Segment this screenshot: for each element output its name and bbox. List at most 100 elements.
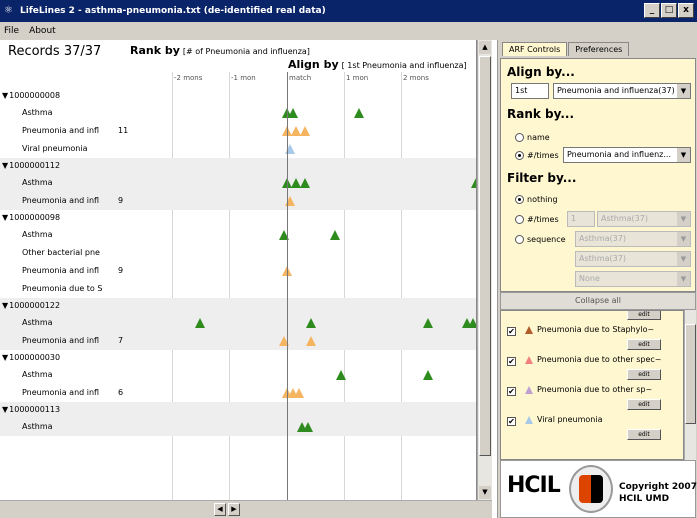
rank-by-title: Rank by... [507,107,575,121]
event-marker[interactable] [288,108,298,118]
radio-icon [515,235,524,244]
filter-times-event-value: Asthma(37) [601,214,648,223]
rank-by-value: [# of Pneumonia and influenza] [182,47,310,56]
event-label: Pneumonia and infl [22,196,100,205]
legend-checkbox[interactable]: ✔ [507,327,516,336]
legend-label: Pneumonia due to Staphylo~ [537,325,655,334]
scroll-right-icon[interactable]: ▶ [228,503,240,516]
legend-label: Pneumonia due to other spec~ [537,355,662,364]
event-marker[interactable] [423,318,433,328]
filter-seq-select-1[interactable]: Asthma(37) ▼ [575,231,691,247]
filter-seq-select-2[interactable]: Asthma(37) ▼ [575,251,691,267]
record-id[interactable]: ▼ 1000000113 [0,402,476,418]
event-count: 9 [118,266,124,275]
filter-by-title: Filter by... [507,171,577,185]
legend-scrollbar[interactable] [684,310,696,460]
filter-times-spinner[interactable]: 1 [567,211,595,227]
event-marker[interactable] [336,370,346,380]
expand-triangle-icon[interactable]: ▼ [2,210,8,226]
filter-option-times[interactable]: #/times [515,215,559,224]
event-label: Pneumonia and infl [22,126,100,135]
event-marker[interactable] [294,388,304,398]
align-event-select[interactable]: Pneumonia and influenza(37) ▼ [553,83,691,99]
record-group: ▼ 1000000098 Asthma Other bacterial pne Pneu… [0,210,476,298]
radio-selected-icon [515,151,524,160]
event-marker[interactable] [306,336,316,346]
event-marker[interactable] [300,178,310,188]
expand-triangle-icon[interactable]: ▼ [2,350,8,366]
record-id-label: 1000000098 [9,213,61,222]
filter-option-sequence[interactable]: sequence [515,235,566,244]
menu-file[interactable]: File [4,26,19,36]
event-row: Pneumonia and infl 11 [0,122,476,140]
event-marker[interactable] [303,422,313,432]
record-id[interactable]: ▼ 1000000112 [0,158,476,174]
event-marker[interactable] [354,108,364,118]
legend-checkbox[interactable]: ✔ [507,387,516,396]
scroll-up-icon[interactable]: ▲ [479,41,491,54]
event-row: Pneumonia and infl 6 [0,384,476,402]
minimize-button[interactable]: _ [644,3,660,18]
align-event-value: Pneumonia and influenza(37) [557,86,675,95]
scroll-thumb[interactable] [479,56,491,456]
legend-label: Pneumonia due to other sp~ [537,385,653,394]
filter-times-event-select[interactable]: Asthma(37) ▼ [597,211,691,227]
legend-triangle-icon [525,416,533,424]
rank-option-times[interactable]: #/times [515,151,559,160]
legend-edit-button[interactable]: edit [627,399,661,410]
maximize-button[interactable]: □ [661,3,677,18]
legend-edit-button[interactable]: edit [627,429,661,440]
event-marker[interactable] [330,230,340,240]
event-marker[interactable] [306,318,316,328]
legend-edit-button[interactable]: edit [627,339,661,350]
expand-triangle-icon[interactable]: ▼ [2,298,8,314]
legend-checkbox[interactable]: ✔ [507,357,516,366]
record-id[interactable]: ▼ 1000000008 [0,88,476,104]
rank-by-indicator: Rank by [# of Pneumonia and influenza] [130,44,310,57]
vertical-scrollbar[interactable]: ▲ ▼ [477,40,492,500]
tab-preferences[interactable]: Preferences [568,42,630,56]
event-label: Asthma [22,422,53,431]
scroll-down-icon[interactable]: ▼ [479,486,491,499]
filter-seq-select-3[interactable]: None ▼ [575,271,691,287]
legend-triangle-icon [525,356,533,364]
event-marker[interactable] [468,318,476,328]
expand-triangle-icon[interactable]: ▼ [2,88,8,104]
chevron-down-icon: ▼ [677,84,690,98]
filter-option-nothing[interactable]: nothing [515,195,558,204]
event-label: Pneumonia due to S [22,284,103,293]
event-label: Asthma [22,230,53,239]
scroll-thumb[interactable] [685,324,696,424]
app-icon: ⚛ [4,5,13,16]
menu-about[interactable]: About [29,26,56,36]
legend-edit-button[interactable]: edit [627,311,661,320]
expand-triangle-icon[interactable]: ▼ [2,402,8,418]
legend-checkbox[interactable]: ✔ [507,417,516,426]
records-count: Records 37/37 [8,44,102,59]
radio-icon [515,215,524,224]
event-row: Asthma [0,174,476,192]
legend-edit-button[interactable]: edit [627,369,661,380]
event-label: Pneumonia and infl [22,266,100,275]
record-group: ▼ 1000000008 Asthma Pneumonia and infl 11 Vir… [0,88,476,158]
rank-option-name[interactable]: name [515,133,550,142]
rank-event-select[interactable]: Pneumonia and influenz... ▼ [563,147,691,163]
close-button[interactable]: x [678,3,694,18]
event-row: Pneumonia due to S [0,280,476,298]
align-ordinal-spinner[interactable]: 1st [511,83,549,99]
expand-triangle-icon[interactable]: ▼ [2,158,8,174]
tab-arf-controls[interactable]: ARF Controls [502,42,568,56]
event-marker[interactable] [195,318,205,328]
record-id[interactable]: ▼ 1000000030 [0,350,476,366]
scroll-left-icon[interactable]: ◀ [214,503,226,516]
record-id[interactable]: ▼ 1000000098 [0,210,476,226]
arf-controls: Align by... 1st Pneumonia and influenza(… [500,58,696,292]
event-marker[interactable] [423,370,433,380]
event-marker[interactable] [300,126,310,136]
event-label: Asthma [22,108,53,117]
legend-item: ✔ Pneumonia due to other spec~ edit [501,353,683,383]
record-id[interactable]: ▼ 1000000122 [0,298,476,314]
record-group: ▼ 1000000112 Asthma Pneumonia and infl 9 [0,158,476,210]
horizontal-scrollbar[interactable]: ◀ ▶ [0,500,492,518]
collapse-all-button[interactable]: Collapse all [500,292,696,310]
